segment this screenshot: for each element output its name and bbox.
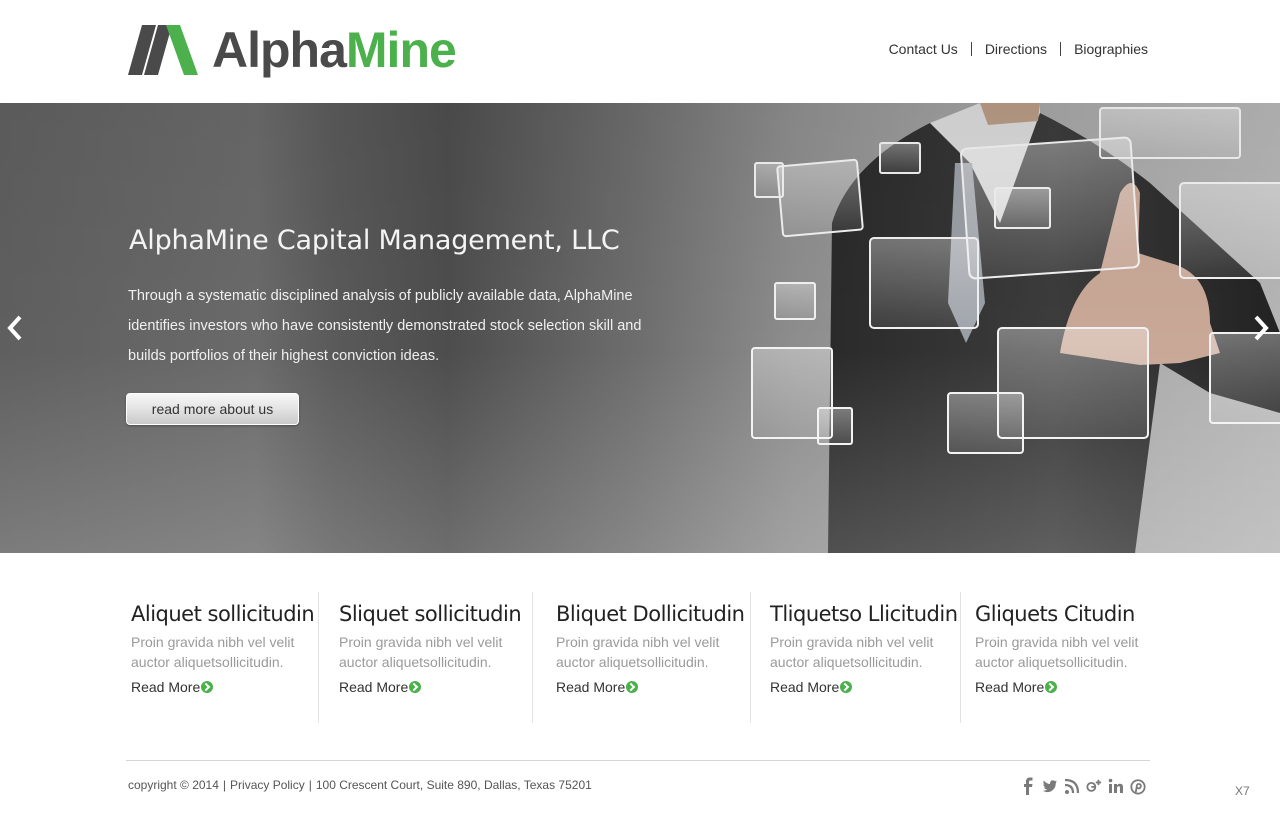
pinterest-icon[interactable] xyxy=(1130,777,1146,795)
arrow-circle-icon xyxy=(201,681,214,693)
read-more-label: Read More xyxy=(770,679,840,695)
read-more-link[interactable]: Read More xyxy=(770,679,960,695)
logo-text-mine: Mine xyxy=(345,22,457,78)
logo-text: AlphaMine xyxy=(212,22,457,78)
hero-title: AlphaMine Capital Management, LLC xyxy=(129,225,620,256)
logo-mark-icon xyxy=(128,25,198,75)
hero-description: Through a systematic disciplined analysi… xyxy=(128,288,642,364)
chevron-left-icon[interactable] xyxy=(4,313,28,343)
feature-text: Proin gravida nibh vel velit auctor aliq… xyxy=(556,634,720,670)
nav-biographies[interactable]: Biographies xyxy=(1061,41,1148,57)
feature-column: Tliquetso Llicitudin Proin gravida nibh … xyxy=(750,592,960,723)
corner-label: X7 xyxy=(1235,784,1250,798)
footer-divider xyxy=(126,760,1150,761)
arrow-circle-icon xyxy=(1045,681,1058,693)
header: AlphaMine Contact Us Directions Biograph… xyxy=(0,0,1280,103)
read-more-label: Read More xyxy=(131,679,201,695)
feature-text: Proin gravida nibh vel velit auctor aliq… xyxy=(975,634,1139,670)
feature-title: Bliquet Dollicitudin xyxy=(556,602,745,626)
hero-slider: AlphaMine Capital Management, LLC Throug… xyxy=(0,103,1280,553)
features-row: Aliquet sollicitudin Proin gravida nibh … xyxy=(128,592,1152,723)
logo[interactable]: AlphaMine xyxy=(128,22,457,78)
read-more-label: Read More xyxy=(556,679,626,695)
copyright: copyright © 2014 xyxy=(128,778,219,792)
feature-column: Gliquets Citudin Proin gravida nibh vel … xyxy=(960,592,1152,723)
feature-column: Bliquet Dollicitudin Proin gravida nibh … xyxy=(532,592,750,723)
address: 100 Crescent Court, Suite 890, Dallas, T… xyxy=(315,778,592,792)
read-more-link[interactable]: Read More xyxy=(339,679,532,695)
footer-text: copyright © 2014 | Privacy Policy | 100 Cres… xyxy=(128,778,592,792)
privacy-policy-link[interactable]: Privacy Policy xyxy=(230,778,305,792)
feature-title: Tliquetso Llicitudin xyxy=(770,602,958,626)
read-more-label: Read More xyxy=(975,679,1045,695)
arrow-circle-icon xyxy=(840,681,853,693)
facebook-icon[interactable] xyxy=(1020,777,1036,795)
feature-column: Aliquet sollicitudin Proin gravida nibh … xyxy=(128,592,318,723)
social-links xyxy=(1020,777,1146,795)
feature-text: Proin gravida nibh vel velit auctor aliq… xyxy=(131,634,295,670)
linkedin-icon[interactable] xyxy=(1108,777,1124,795)
rss-icon[interactable] xyxy=(1064,777,1080,795)
feature-text: Proin gravida nibh vel velit auctor aliq… xyxy=(770,634,934,670)
read-more-link[interactable]: Read More xyxy=(131,679,318,695)
google-plus-icon[interactable] xyxy=(1086,777,1102,795)
twitter-icon[interactable] xyxy=(1042,777,1058,795)
feature-column: Sliquet sollicitudin Proin gravida nibh … xyxy=(318,592,532,723)
feature-text: Proin gravida nibh vel velit auctor aliq… xyxy=(339,634,503,670)
read-more-link[interactable]: Read More xyxy=(975,679,1152,695)
nav-directions[interactable]: Directions xyxy=(972,41,1060,57)
feature-title: Gliquets Citudin xyxy=(975,602,1135,626)
feature-title: Sliquet sollicitudin xyxy=(339,602,522,626)
read-more-label: Read More xyxy=(339,679,409,695)
arrow-circle-icon xyxy=(626,681,639,693)
top-nav: Contact Us Directions Biographies xyxy=(876,41,1148,57)
feature-title: Aliquet sollicitudin xyxy=(131,602,315,626)
read-more-about-us-button[interactable]: read more about us xyxy=(126,393,299,425)
logo-text-alpha: Alpha xyxy=(212,22,347,78)
nav-contact-us[interactable]: Contact Us xyxy=(876,41,971,57)
read-more-link[interactable]: Read More xyxy=(556,679,750,695)
arrow-circle-icon xyxy=(409,681,422,693)
chevron-right-icon[interactable] xyxy=(1248,313,1272,343)
